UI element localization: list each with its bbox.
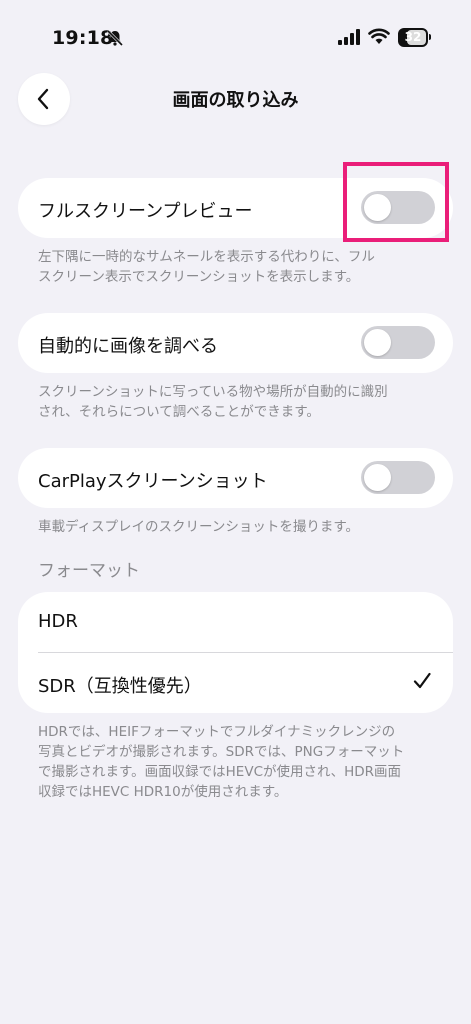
battery-icon: 32 [398,28,428,47]
format-option-sdr-label: SDR（互換性優先） [38,676,202,697]
fullscreen-preview-label: フルスクリーンプレビュー [38,201,253,222]
format-option-sdr[interactable]: SDR（互換性優先） [18,653,453,713]
status-bar: 19:18 32 [0,0,471,72]
wifi-icon [368,27,390,49]
carplay-description: 車載ディスプレイのスクリーンショットを撮ります。 [38,519,360,535]
highlight-frame [343,162,449,242]
format-options-card: HDR SDR（互換性優先） [18,592,453,713]
format-section-header: フォーマット [38,561,140,581]
checkmark-icon [413,672,431,694]
carplay-row[interactable]: CarPlayスクリーンショット [18,448,453,508]
format-description: HDRでは、HEIFフォーマットでフルダイナミックレンジの 写真とビデオが撮影さ… [38,724,405,800]
auto-lookup-row[interactable]: 自動的に画像を調べる [18,313,453,373]
page-title: 画面の取り込み [172,90,299,111]
status-time: 19:18 [52,27,114,49]
format-option-hdr-label: HDR [38,611,78,632]
auto-lookup-label: 自動的に画像を調べる [38,336,218,357]
format-option-hdr[interactable]: HDR [18,592,453,652]
fullscreen-preview-description: 左下隅に一時的なサムネールを表示する代わりに、フル スクリーン表示でスクリーンシ… [38,249,375,285]
cellular-signal-icon [338,29,360,49]
silent-mode-icon [106,29,124,47]
auto-lookup-description: スクリーンショットに写っている物や場所が自動的に識別 され、それらについて調べる… [38,384,388,420]
carplay-toggle[interactable] [361,461,435,494]
auto-lookup-toggle[interactable] [361,326,435,359]
battery-level: 32 [404,30,422,44]
carplay-label: CarPlayスクリーンショット [38,471,268,492]
